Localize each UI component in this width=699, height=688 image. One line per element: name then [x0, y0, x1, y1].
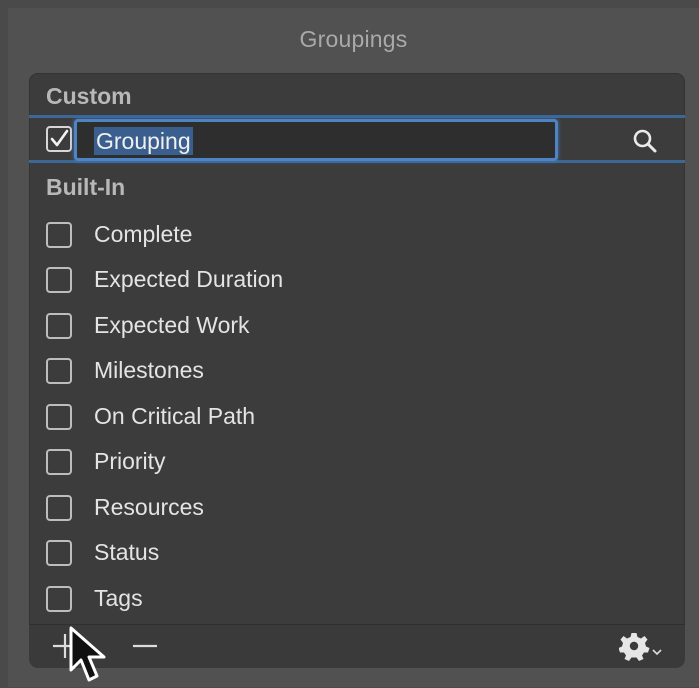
- section-header-built-in: Built-In: [46, 174, 126, 200]
- chevron-down-icon: [652, 649, 662, 656]
- resources-checkbox[interactable]: [46, 495, 72, 521]
- milestones-checkbox[interactable]: [46, 358, 72, 384]
- list-item-on-critical-path[interactable]: On Critical Path: [46, 401, 646, 435]
- mouse-pointer-icon: [69, 626, 106, 682]
- list-item-tags[interactable]: Tags: [46, 583, 646, 617]
- on-critical-path-checkbox[interactable]: [46, 404, 72, 430]
- list-item-label: On Critical Path: [94, 403, 256, 429]
- list-toolbar: [29, 624, 685, 668]
- expected-duration-checkbox[interactable]: [46, 267, 72, 293]
- section-header-custom: Custom: [46, 83, 132, 109]
- list-item-label: Tags: [94, 585, 143, 611]
- list-item-selected[interactable]: Grouping: [29, 115, 685, 163]
- list-item-label: Status: [94, 539, 160, 565]
- grouping-name-input[interactable]: Grouping: [74, 119, 558, 161]
- priority-checkbox[interactable]: [46, 449, 72, 475]
- minus-icon[interactable]: [128, 629, 162, 663]
- checkmark-icon: [50, 129, 69, 147]
- list-item-label: Resources: [94, 494, 204, 520]
- list-item-milestones[interactable]: Milestones: [46, 355, 646, 389]
- status-checkbox[interactable]: [46, 540, 72, 566]
- expected-work-checkbox[interactable]: [46, 313, 72, 339]
- gear-icon[interactable]: [619, 629, 667, 663]
- list-item-resources[interactable]: Resources: [46, 492, 646, 526]
- list-item-expected-duration[interactable]: Expected Duration: [46, 264, 646, 298]
- grouping-checkbox[interactable]: [46, 126, 72, 152]
- list-item-label: Expected Duration: [94, 266, 284, 292]
- list-item-label: Expected Work: [94, 312, 250, 338]
- list-item-label: Priority: [94, 448, 166, 474]
- groupings-window: Groupings Custom Grouping Built-In Compl…: [8, 8, 699, 687]
- search-icon[interactable]: [632, 128, 658, 154]
- list-item-complete[interactable]: Complete: [46, 219, 646, 253]
- grouping-name-text: Grouping: [94, 127, 193, 155]
- list-item-status[interactable]: Status: [46, 537, 646, 571]
- tags-checkbox[interactable]: [46, 586, 72, 612]
- list-item-label: Complete: [94, 221, 193, 247]
- complete-checkbox[interactable]: [46, 222, 72, 248]
- list-item-priority[interactable]: Priority: [46, 446, 646, 480]
- window-title: Groupings: [299, 26, 408, 52]
- groupings-list-panel: Custom Grouping Built-In Complete Expect…: [29, 73, 685, 668]
- list-item-expected-work[interactable]: Expected Work: [46, 310, 646, 344]
- list-item-label: Milestones: [94, 357, 204, 383]
